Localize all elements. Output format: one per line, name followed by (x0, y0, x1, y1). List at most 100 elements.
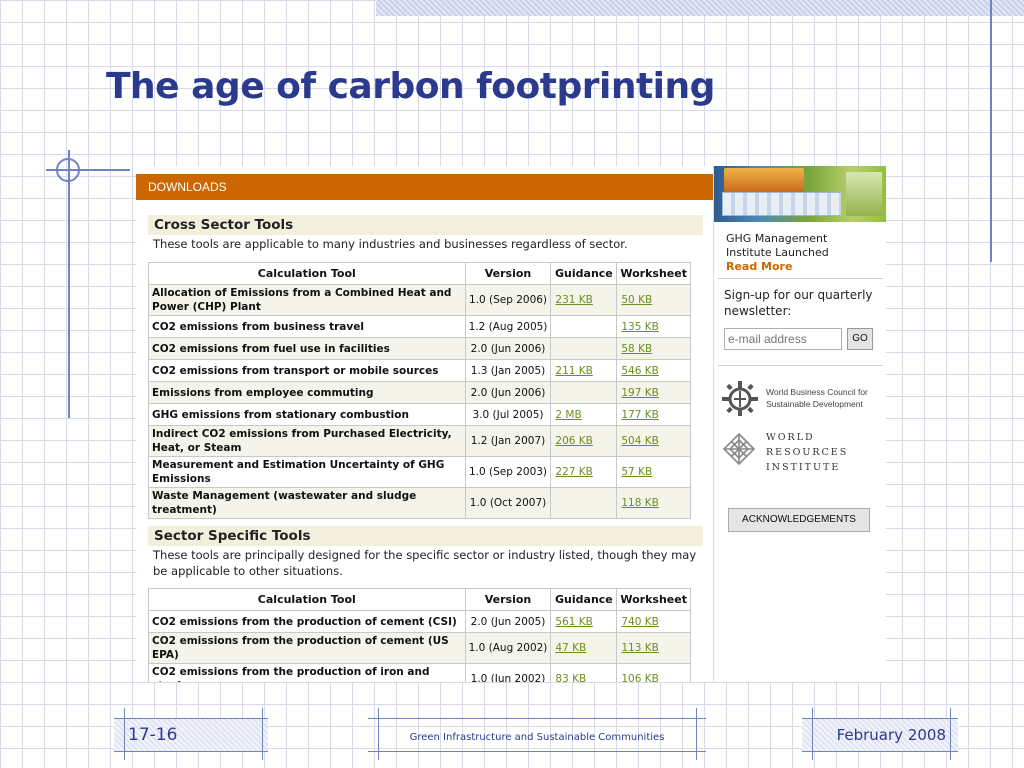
email-input[interactable] (724, 328, 842, 350)
footer-center-text: Green Infrastructure and Sustainable Com… (409, 732, 665, 743)
decorative-top-band (376, 0, 1024, 16)
guidance-link[interactable] (550, 381, 618, 404)
tool-version: 3.0 (Jul 2005) (464, 403, 552, 426)
cross-sector-heading: Cross Sector Tools (148, 215, 703, 235)
guidance-link[interactable]: 2 MB (550, 403, 618, 426)
worksheet-link[interactable]: 135 KB (616, 315, 691, 338)
sidebar: GHG Management Institute Launched Read M… (713, 166, 886, 682)
table-header-row: Calculation Tool Version Guidance Worksh… (148, 262, 691, 285)
banner-website-thumbnail (722, 192, 842, 216)
wbcsd-line-1: World Business Council for (766, 387, 868, 397)
newsletter-signup-text: Sign-up for our quarterly newsletter: (724, 288, 873, 318)
column-header-worksheet: Worksheet (616, 262, 691, 285)
downloads-header-bar: DOWNLOADS (136, 174, 713, 200)
guidance-link[interactable]: 47 KB (550, 632, 618, 664)
table-row: CO2 emissions from fuel use in facilitie… (148, 337, 691, 360)
wbcsd-line-2: Sustainable Development (766, 399, 863, 409)
guidance-link[interactable]: 83 KB (550, 663, 618, 682)
news-item: GHG Management Institute Launched Read M… (726, 232, 876, 274)
table-row: Indirect CO2 emissions from Purchased El… (148, 425, 691, 457)
downloads-main-column: DOWNLOADS Cross Sector Tools These tools… (136, 166, 713, 682)
worksheet-link[interactable]: 546 KB (616, 359, 691, 382)
guidance-link[interactable] (550, 337, 618, 360)
wbcsd-name: World Business Council for Sustainable D… (766, 386, 886, 410)
wbcsd-logo-icon[interactable] (720, 377, 760, 417)
banner-sunset-graphic (724, 168, 804, 192)
column-header-guidance: Guidance (550, 588, 618, 611)
wri-name: WORLD RESOURCES INSTITUTE (766, 430, 886, 475)
worksheet-link[interactable]: 106 KB (616, 663, 691, 682)
read-more-link[interactable]: Read More (726, 260, 876, 274)
sector-specific-table: Calculation Tool Version Guidance Worksh… (148, 588, 691, 682)
tool-version: 1.2 (Aug 2005) (464, 315, 552, 338)
footer-decorative-line (812, 708, 813, 760)
worksheet-link[interactable]: 57 KB (616, 456, 691, 488)
footer-center-box: Green Infrastructure and Sustainable Com… (368, 718, 706, 752)
downloads-webpage: DOWNLOADS Cross Sector Tools These tools… (136, 166, 886, 682)
worksheet-link[interactable]: 50 KB (616, 284, 691, 316)
news-line-2: Institute Launched (726, 246, 829, 259)
footer-date-box: February 2008 (802, 718, 958, 752)
column-header-worksheet: Worksheet (616, 588, 691, 611)
worksheet-link[interactable]: 118 KB (616, 487, 691, 519)
tool-name: Indirect CO2 emissions from Purchased El… (148, 425, 466, 457)
table-row: CO2 emissions from the production of cem… (148, 610, 691, 633)
sector-specific-heading: Sector Specific Tools (148, 526, 703, 546)
guidance-link[interactable]: 231 KB (550, 284, 618, 316)
tool-version: 2.0 (Jun 2005) (464, 610, 552, 633)
worksheet-link[interactable]: 58 KB (616, 337, 691, 360)
tool-name: CO2 emissions from the production of iro… (148, 663, 466, 682)
worksheet-link[interactable]: 197 KB (616, 381, 691, 404)
tool-name: CO2 emissions from fuel use in facilitie… (148, 337, 466, 360)
tool-name: CO2 emissions from transport or mobile s… (148, 359, 466, 382)
slide-title: The age of carbon footprinting (106, 66, 715, 107)
slide-number: 17-16 (128, 725, 178, 745)
table-row: Waste Management (wastewater and sludge … (148, 487, 691, 519)
guidance-link[interactable] (550, 315, 618, 338)
news-banner-image[interactable] (714, 166, 886, 222)
wri-line-2: RESOURCES (766, 447, 849, 458)
news-line-1: GHG Management (726, 232, 828, 245)
tool-name: Waste Management (wastewater and sludge … (148, 487, 466, 519)
tool-name: CO2 emissions from business travel (148, 315, 466, 338)
column-header-tool: Calculation Tool (148, 262, 466, 285)
worksheet-link[interactable]: 177 KB (616, 403, 691, 426)
tool-version: 1.0 (Aug 2002) (464, 632, 552, 664)
footer-slide-number-box: 17-16 (114, 718, 268, 752)
worksheet-link[interactable]: 113 KB (616, 632, 691, 664)
acknowledgements-button[interactable]: ACKNOWLEDGEMENTS (728, 508, 870, 532)
footer-decorative-line (124, 708, 125, 760)
tool-name: Emissions from employee commuting (148, 381, 466, 404)
table-row: Allocation of Emissions from a Combined … (148, 284, 691, 316)
tool-version: 2.0 (Jun 2006) (464, 381, 552, 404)
guidance-link[interactable] (550, 487, 618, 519)
cross-sector-description: These tools are applicable to many indus… (153, 237, 628, 251)
tool-version: 1.2 (Jan 2007) (464, 425, 552, 457)
cross-sector-table: Calculation Tool Version Guidance Worksh… (148, 262, 691, 519)
guidance-link[interactable]: 211 KB (550, 359, 618, 382)
table-row: CO2 emissions from the production of iro… (148, 663, 691, 682)
footer-date: February 2008 (836, 726, 946, 744)
tool-name: GHG emissions from stationary combustion (148, 403, 466, 426)
tool-version: 1.0 (Jun 2002) (464, 663, 552, 682)
column-header-version: Version (464, 262, 552, 285)
banner-green-tile (846, 172, 882, 216)
guidance-link[interactable]: 227 KB (550, 456, 618, 488)
sidebar-divider (718, 365, 883, 366)
column-header-guidance: Guidance (550, 262, 618, 285)
tool-name: Measurement and Estimation Uncertainty o… (148, 456, 466, 488)
guidance-link[interactable]: 206 KB (550, 425, 618, 457)
table-row: CO2 emissions from transport or mobile s… (148, 359, 691, 382)
wri-line-1: WORLD (766, 432, 815, 443)
tool-version: 1.0 (Oct 2007) (464, 487, 552, 519)
worksheet-link[interactable]: 504 KB (616, 425, 691, 457)
go-button[interactable]: GO (847, 328, 873, 350)
sidebar-divider (718, 278, 883, 279)
guidance-link[interactable]: 561 KB (550, 610, 618, 633)
column-header-version: Version (464, 588, 552, 611)
wri-logo-icon[interactable] (722, 432, 756, 466)
tool-name: CO2 emissions from the production of cem… (148, 610, 466, 633)
footer-decorative-line (950, 708, 951, 760)
worksheet-link[interactable]: 740 KB (616, 610, 691, 633)
decorative-vertical-line-left (68, 150, 70, 418)
